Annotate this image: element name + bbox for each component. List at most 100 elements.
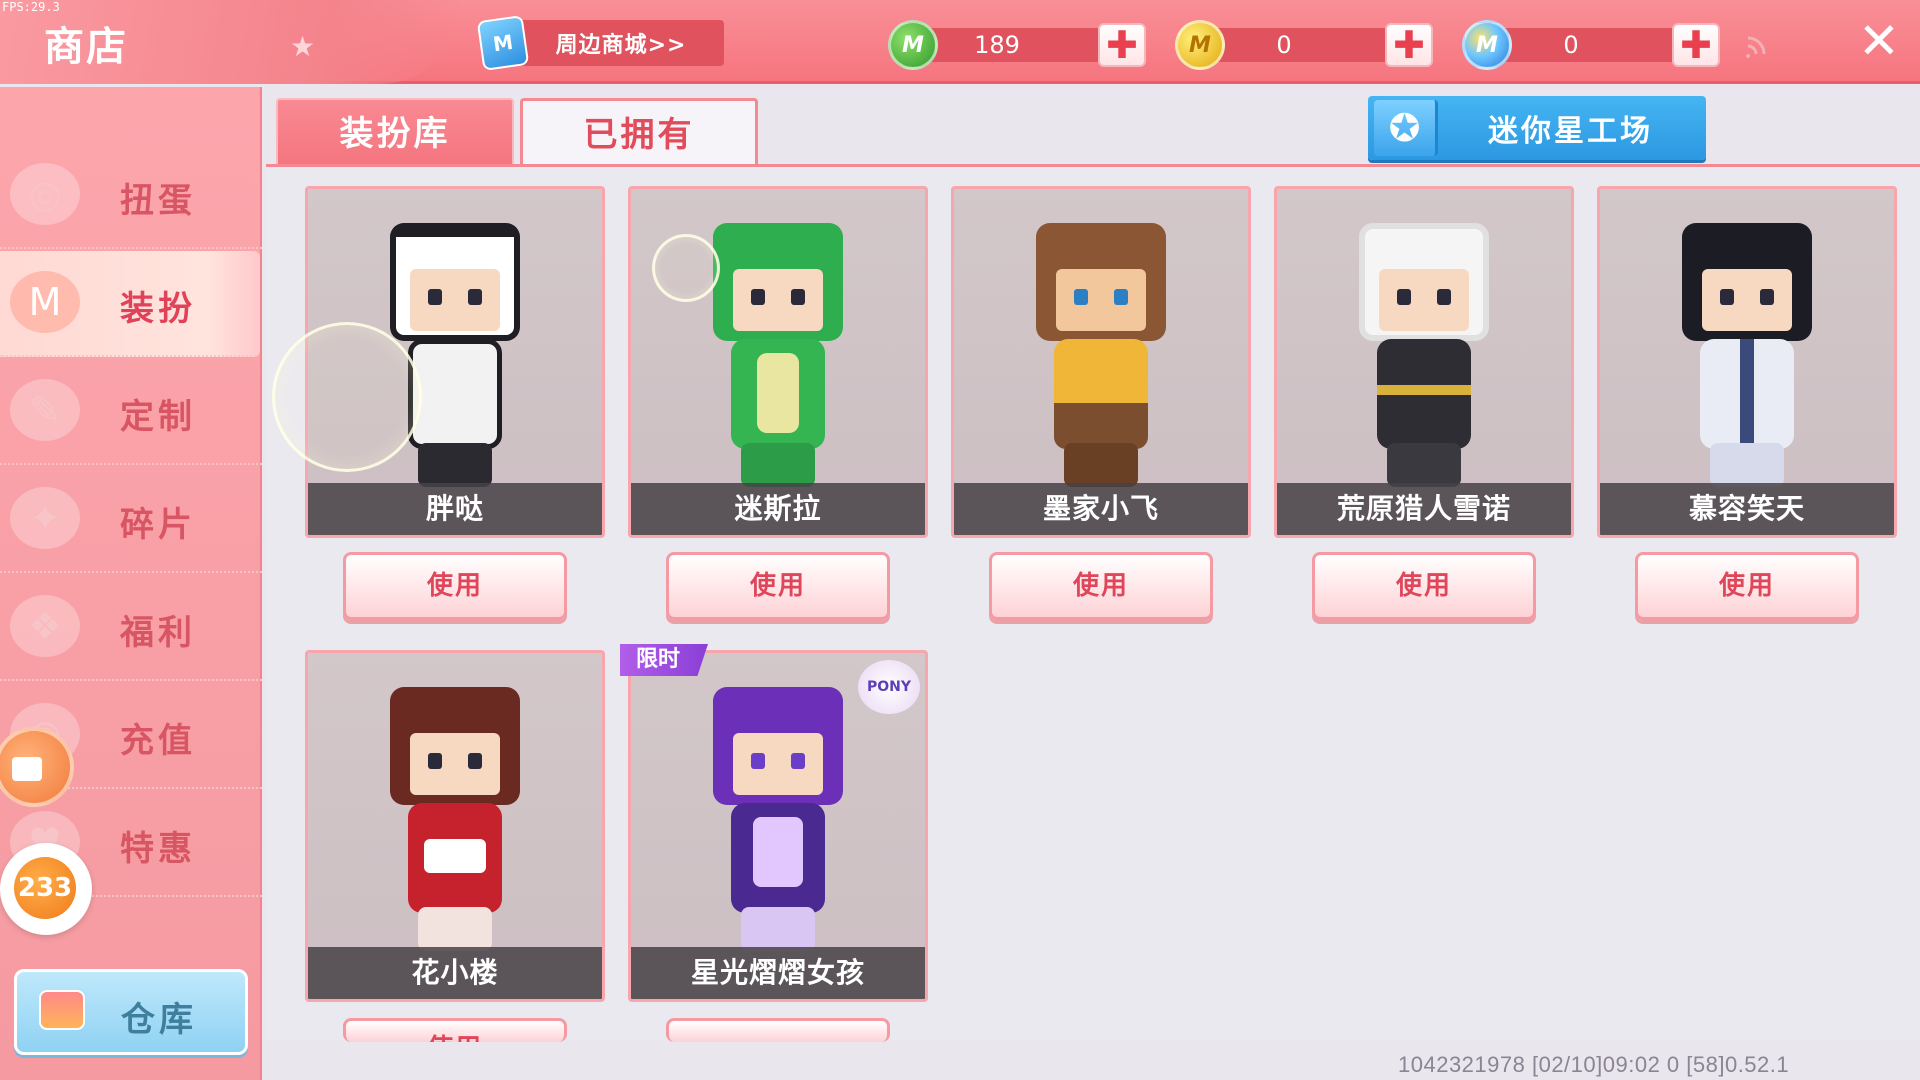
skin-face <box>1379 269 1469 331</box>
page-title: 商店 <box>44 24 128 70</box>
fragment-icon: ✦ <box>10 487 80 549</box>
skin-card-murong-xiaotian[interactable]: 慕容笑天 <box>1597 186 1897 538</box>
currency-mini-coin: 0 M ✚ <box>1175 20 1433 70</box>
decor-star-icon: ★ <box>290 30 316 63</box>
skin-figure <box>1662 213 1832 493</box>
skin-legs <box>1710 443 1784 487</box>
signal-icon <box>1744 30 1774 60</box>
close-icon[interactable]: ✕ <box>1854 16 1904 66</box>
chest-icon <box>39 990 85 1030</box>
use-button-misila[interactable]: 使用 <box>666 552 890 620</box>
skin-name: 花小楼 <box>308 947 602 999</box>
customize-icon: ✎ <box>10 379 80 441</box>
sidebar-item-label: 特惠 <box>120 829 196 869</box>
peripheral-mall-link[interactable]: M 周边商城>> <box>476 15 725 71</box>
currency-mini-bean: 189 M ✚ <box>888 20 1146 70</box>
skin-name: 星光熠熠女孩 <box>631 947 925 999</box>
tab-owned[interactable]: 已拥有 <box>520 98 758 166</box>
skin-face <box>1056 269 1146 331</box>
skin-figure <box>1016 213 1186 493</box>
skin-figure <box>1339 213 1509 493</box>
sidebar-item-label: 定制 <box>120 397 196 437</box>
sidebar-item-label: 充值 <box>120 721 196 761</box>
sidebar-item-label: 扭蛋 <box>120 181 196 221</box>
skin-legs <box>418 907 492 951</box>
bubble-decoration <box>652 234 720 302</box>
star-icon: ✪ <box>1374 100 1438 156</box>
floating-233-button[interactable]: 233 <box>0 843 92 935</box>
sidebar-item-gacha[interactable]: ◎ 扭蛋 <box>0 143 262 249</box>
shop-title-area: 商店 ★ <box>0 0 460 84</box>
skin-face <box>410 733 500 795</box>
use-button-murong-xiaotian[interactable]: 使用 <box>1635 552 1859 620</box>
currency-value: 0 <box>1486 28 1696 62</box>
skin-card-hua-xiaolou[interactable]: 花小楼 <box>305 650 605 1002</box>
my-little-pony-logo: PONY <box>858 660 920 714</box>
sidebar-item-outfit[interactable]: M 装扮 <box>0 251 260 357</box>
skin-legs <box>418 443 492 487</box>
sidebar-item-label: 碎片 <box>120 505 196 545</box>
skin-legs <box>1064 443 1138 487</box>
add-mini-bean-button[interactable]: ✚ <box>1098 23 1146 67</box>
skin-legs <box>741 907 815 951</box>
skin-body <box>408 339 502 449</box>
bubble-decoration <box>272 322 422 472</box>
skin-body <box>1700 339 1794 449</box>
skin-body <box>731 339 825 449</box>
skin-face <box>733 269 823 331</box>
gacha-icon: ◎ <box>10 163 80 225</box>
fps-counter: FPS:29.3 <box>2 0 60 14</box>
mini-star-workshop-button[interactable]: ✪ 迷你星工场 <box>1368 96 1706 160</box>
sidebar-item-customize[interactable]: ✎ 定制 <box>0 359 262 465</box>
sidebar-item-welfare[interactable]: ❖ 福利 <box>0 575 262 681</box>
sidebar-item-label: 福利 <box>120 613 196 653</box>
use-button-hua-xiaolou[interactable]: 使用 <box>343 1018 567 1042</box>
shop-sidebar: ◎ 扭蛋 M 装扮 ✎ 定制 ✦ 碎片 ❖ 福利 ◉ 充值 ♥ 特惠 233 仓… <box>0 87 262 1080</box>
tab-outfit-library[interactable]: 装扮库 <box>276 98 514 166</box>
sidebar-item-label: 装扮 <box>120 289 196 329</box>
skin-figure <box>370 677 540 957</box>
skin-name: 慕容笑天 <box>1600 483 1894 535</box>
badge-233: 233 <box>14 857 76 919</box>
mini-point-icon: M <box>1462 20 1512 70</box>
skin-card-hunter-snow[interactable]: 荒原猎人雪诺 <box>1274 186 1574 538</box>
skin-name: 荒原猎人雪诺 <box>1277 483 1571 535</box>
mini-bean-icon: M <box>888 20 938 70</box>
skin-name: 胖哒 <box>308 483 602 535</box>
skin-body <box>731 803 825 913</box>
skin-body <box>1054 339 1148 449</box>
skin-face <box>410 269 500 331</box>
add-mini-coin-button[interactable]: ✚ <box>1385 23 1433 67</box>
skin-legs <box>1387 443 1461 487</box>
skin-face <box>733 733 823 795</box>
skin-figure <box>693 213 863 493</box>
skin-body <box>1377 339 1471 449</box>
skin-body <box>408 803 502 913</box>
currency-value: 189 <box>912 28 1122 62</box>
outfit-icon: M <box>10 271 80 333</box>
use-button-panda[interactable]: 使用 <box>343 552 567 620</box>
peripheral-mall-button[interactable]: 周边商城>> <box>518 20 724 66</box>
add-mini-point-button[interactable]: ✚ <box>1672 23 1720 67</box>
action-button-starlight-girl[interactable] <box>666 1018 890 1042</box>
mini-coin-icon: M <box>1175 20 1225 70</box>
skin-legs <box>741 443 815 487</box>
skin-figure <box>693 677 863 957</box>
shopping-bag-icon: M <box>476 15 530 71</box>
skin-face <box>1702 269 1792 331</box>
sidebar-item-fragment[interactable]: ✦ 碎片 <box>0 467 262 573</box>
warehouse-label: 仓库 <box>121 1000 197 1040</box>
version-info: 1042321978 [02/10]09:02 0 [58]0.52.1 <box>1398 1052 1790 1077</box>
use-button-hunter-snow[interactable]: 使用 <box>1312 552 1536 620</box>
workshop-label: 迷你星工场 <box>1488 114 1653 149</box>
use-button-mojia-xiaofei[interactable]: 使用 <box>989 552 1213 620</box>
warehouse-button[interactable]: 仓库 <box>14 969 248 1055</box>
currency-mini-point: 0 M ✚ <box>1462 20 1720 70</box>
limited-time-badge: 限时 <box>620 644 708 676</box>
currency-value: 0 <box>1199 28 1409 62</box>
skin-name: 迷斯拉 <box>631 483 925 535</box>
skin-card-mojia-xiaofei[interactable]: 墨家小飞 <box>951 186 1251 538</box>
skin-name: 墨家小飞 <box>954 483 1248 535</box>
top-bar: 商店 ★ FPS:29.3 M 周边商城>> 189 M ✚ 0 M ✚ 0 M… <box>0 0 1920 84</box>
welfare-icon: ❖ <box>10 595 80 657</box>
